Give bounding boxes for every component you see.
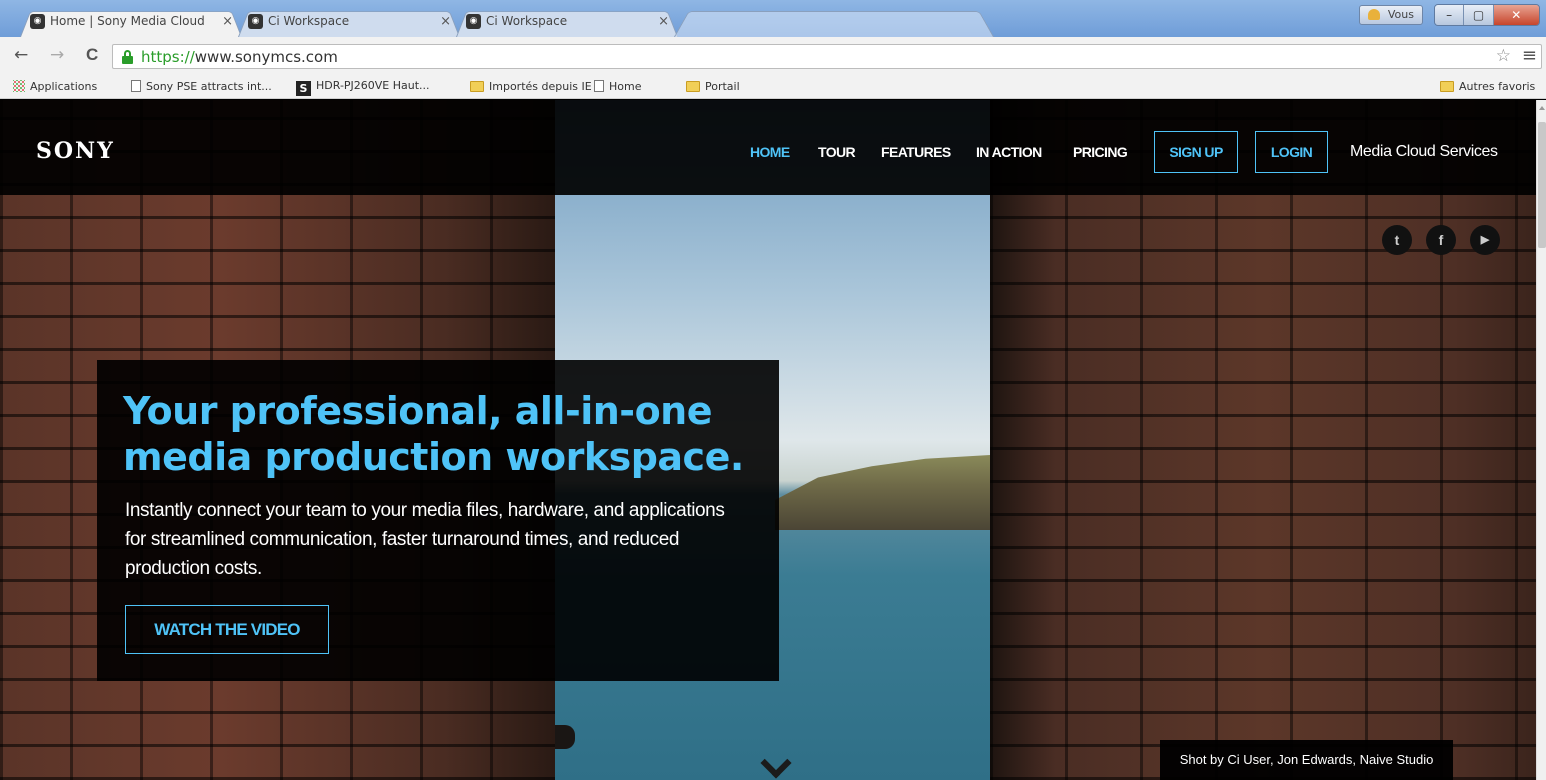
folder-icon	[470, 81, 484, 92]
s-icon: S	[296, 81, 311, 96]
close-window-button[interactable]: ✕	[1493, 5, 1539, 25]
tab-ci-workspace-2[interactable]: ◉ Ci Workspace ×	[456, 8, 678, 37]
tab-close-icon[interactable]: ×	[658, 8, 669, 35]
tab-close-icon[interactable]: ×	[222, 8, 233, 35]
tab-home-sony-media-cloud[interactable]: ◉ Home | Sony Media Cloud ×	[20, 8, 242, 37]
browser-toolbar: ← → C https://www.sonymcs.com ☆ ≡	[0, 37, 1546, 75]
sign-up-button[interactable]: SIGN UP	[1154, 131, 1238, 173]
folder-icon	[686, 81, 700, 92]
page-viewport: SONY HOME TOUR FEATURES IN ACTION PRICIN…	[0, 100, 1536, 780]
reload-button[interactable]: C	[86, 45, 98, 65]
browser-tab-strip: ◉ Home | Sony Media Cloud × ◉ Ci Workspa…	[0, 0, 1546, 37]
nav-features[interactable]: FEATURES	[881, 144, 951, 160]
twitter-icon[interactable]: t	[1382, 225, 1412, 255]
bookmark-hdr-pj260ve[interactable]: S HDR-PJ260VE Haut...	[296, 79, 430, 96]
nav-tour[interactable]: TOUR	[818, 144, 856, 160]
tab-title: Home | Sony Media Cloud	[50, 14, 205, 28]
lock-icon	[122, 50, 133, 64]
bookmark-importes-ie[interactable]: Importés depuis IE	[470, 80, 592, 93]
brand-media-cloud-services: Media Cloud Services	[1350, 143, 1498, 160]
bookmark-applications[interactable]: Applications	[13, 80, 97, 93]
login-button[interactable]: LOGIN	[1255, 131, 1328, 173]
scroll-up-arrow-icon[interactable]	[1539, 106, 1545, 110]
page-icon	[594, 80, 604, 92]
page-scrollbar[interactable]	[1536, 100, 1546, 780]
forward-button[interactable]: →	[50, 45, 64, 65]
ci-favicon-icon: ◉	[466, 14, 481, 29]
nav-in-action[interactable]: IN ACTION	[976, 144, 1042, 160]
folder-icon	[1440, 81, 1454, 92]
minimize-button[interactable]: –	[1435, 5, 1465, 25]
page-icon	[131, 80, 141, 92]
photo-credit: Shot by Ci User, Jon Edwards, Naive Stud…	[1160, 740, 1453, 780]
back-button[interactable]: ←	[14, 45, 28, 65]
hero-description: Instantly connect your team to your medi…	[125, 500, 725, 579]
tab-title: Ci Workspace	[486, 14, 568, 28]
youtube-icon[interactable]: ▶	[1470, 225, 1500, 255]
hero-panel: Your professional, all-in-one media prod…	[97, 360, 779, 681]
nav-home[interactable]: HOME	[750, 144, 790, 160]
nav-pricing[interactable]: PRICING	[1073, 144, 1128, 160]
address-bar[interactable]: https://www.sonymcs.com ☆ ≡	[112, 44, 1542, 69]
window-controls: – ▢ ✕	[1434, 4, 1540, 26]
ci-favicon-icon: ◉	[30, 14, 45, 29]
apps-icon	[13, 80, 25, 92]
hero-background-brick-right	[990, 100, 1536, 780]
facebook-icon[interactable]: f	[1426, 225, 1456, 255]
site-header: SONY HOME TOUR FEATURES IN ACTION PRICIN…	[0, 100, 1536, 195]
address-url[interactable]: https://www.sonymcs.com	[141, 48, 338, 66]
bookmark-star-icon[interactable]: ☆	[1496, 46, 1511, 66]
tab-background-window[interactable]	[674, 8, 994, 37]
bookmark-portail[interactable]: Portail	[686, 80, 740, 93]
maximize-button[interactable]: ▢	[1464, 5, 1494, 25]
watch-video-button[interactable]: WATCH THE VIDEO	[125, 605, 329, 654]
scrollbar-thumb[interactable]	[1538, 122, 1546, 248]
user-profile-button[interactable]: Vous	[1359, 5, 1423, 25]
tab-close-icon[interactable]: ×	[440, 8, 451, 35]
user-icon	[1368, 9, 1380, 20]
user-profile-label: Vous	[1387, 8, 1414, 21]
tab-ci-workspace-1[interactable]: ◉ Ci Workspace ×	[238, 8, 460, 37]
hero-title: Your professional, all-in-one media prod…	[123, 389, 744, 479]
browser-menu-icon[interactable]: ≡	[1522, 45, 1537, 66]
sony-logo[interactable]: SONY	[36, 138, 115, 164]
bookmark-sony-pse[interactable]: Sony PSE attracts int...	[131, 80, 272, 93]
tab-title: Ci Workspace	[268, 14, 350, 28]
scroll-down-chevron-icon[interactable]	[757, 752, 791, 776]
bookmark-home[interactable]: Home	[594, 80, 641, 93]
bookmark-other-favorites[interactable]: Autres favoris	[1440, 80, 1535, 93]
bookmarks-bar: Applications Sony PSE attracts int... SH…	[0, 75, 1546, 99]
ci-favicon-icon: ◉	[248, 14, 263, 29]
